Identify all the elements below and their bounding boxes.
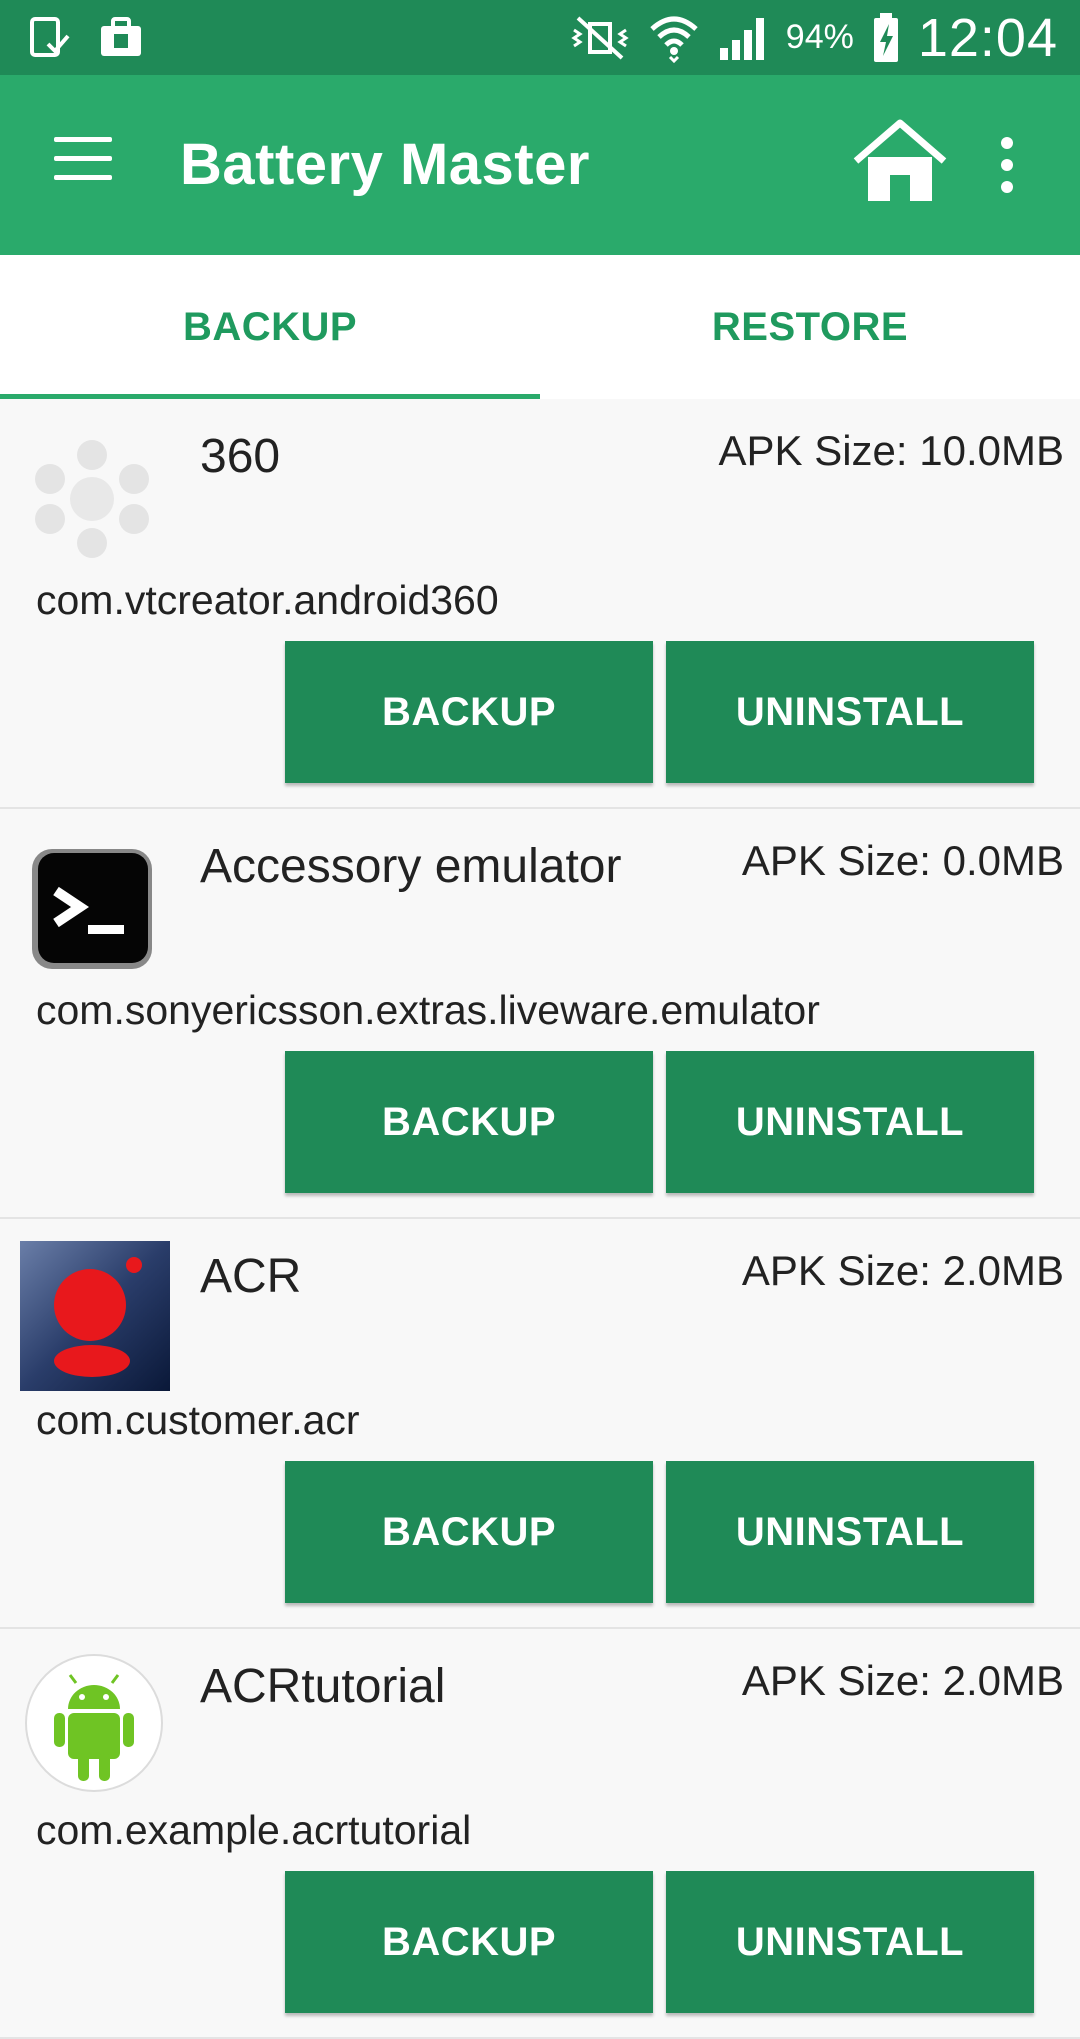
mute-vibrate-icon <box>571 16 629 59</box>
wifi-icon <box>650 16 698 63</box>
360-dots-icon <box>35 440 149 558</box>
home-icon[interactable] <box>850 117 950 207</box>
tab-backup[interactable]: BACKUP <box>0 255 540 399</box>
terminal-icon <box>32 849 152 969</box>
signal-icon <box>719 17 764 60</box>
apk-size: APK Size: 0.0MB <box>741 837 1064 884</box>
backup-button[interactable]: BACKUP <box>285 1461 653 1603</box>
package-name: com.customer.acr <box>36 1397 360 1443</box>
app-name: ACR <box>200 1250 302 1303</box>
backup-button[interactable]: BACKUP <box>285 1051 653 1193</box>
app-bar: Battery Master <box>0 75 1080 255</box>
tab-restore[interactable]: RESTORE <box>540 255 1080 399</box>
uninstall-button[interactable]: UNINSTALL <box>666 1051 1034 1193</box>
list-item: Accessory emulator APK Size: 0.0MB com.s… <box>0 809 1080 1219</box>
app-title: Battery Master <box>180 132 590 197</box>
download-done-icon <box>30 17 70 57</box>
android-icon <box>25 1654 163 1792</box>
briefcase-icon <box>101 17 141 56</box>
package-name: com.vtcreator.android360 <box>36 577 499 623</box>
app-name: ACRtutorial <box>200 1660 446 1713</box>
uninstall-button[interactable]: UNINSTALL <box>666 1871 1034 2013</box>
app-name: Accessory emulator <box>200 840 622 893</box>
apk-size: APK Size: 2.0MB <box>741 1247 1064 1294</box>
acr-icon <box>20 1241 170 1391</box>
list-item: ACR APK Size: 2.0MB com.customer.acr BAC… <box>0 1219 1080 1629</box>
uninstall-button[interactable]: UNINSTALL <box>666 641 1034 783</box>
apk-size: APK Size: 10.0MB <box>718 427 1065 474</box>
uninstall-button[interactable]: UNINSTALL <box>666 1461 1034 1603</box>
status-bar: 94% 12:04 <box>0 0 1080 75</box>
app-list: 360 APK Size: 10.0MB com.vtcreator.andro… <box>0 399 1080 2039</box>
list-item: 360 APK Size: 10.0MB com.vtcreator.andro… <box>0 399 1080 809</box>
app-name: 360 <box>200 430 281 483</box>
apk-size: APK Size: 2.0MB <box>741 1657 1064 1704</box>
battery-charging-icon <box>873 12 898 62</box>
list-item: ACRtutorial APK Size: 2.0MB com.example.… <box>0 1629 1080 2039</box>
clock: 12:04 <box>917 7 1058 68</box>
package-name: com.example.acrtutorial <box>36 1807 472 1853</box>
menu-icon[interactable] <box>54 137 112 183</box>
backup-button[interactable]: BACKUP <box>285 1871 653 2013</box>
more-vert-icon[interactable] <box>995 137 1019 193</box>
backup-button[interactable]: BACKUP <box>285 641 653 783</box>
battery-percent: 94% <box>785 18 854 56</box>
tab-bar: BACKUP RESTORE <box>0 255 1080 399</box>
package-name: com.sonyericsson.extras.liveware.emulato… <box>36 987 820 1033</box>
